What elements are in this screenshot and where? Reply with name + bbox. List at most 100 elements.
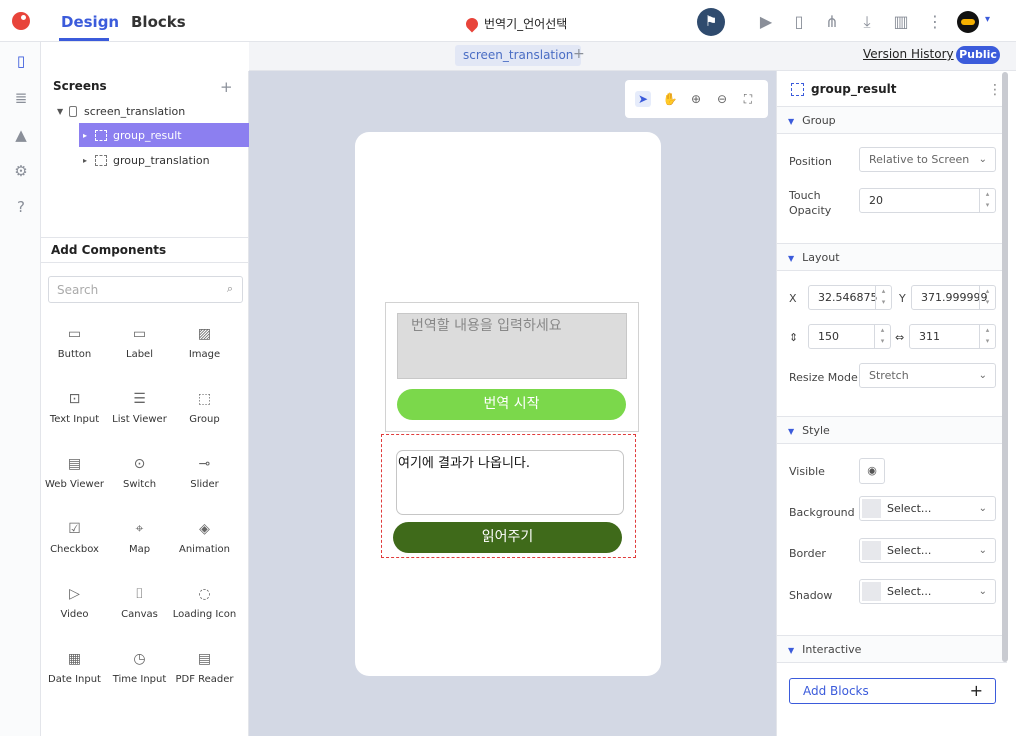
database-icon[interactable]: ≣	[12, 89, 30, 107]
result-label[interactable]: 여기에 결과가 나옵니다.	[396, 450, 624, 515]
component-loading-icon[interactable]: ◌ Loading Icon	[172, 583, 237, 620]
component-slider[interactable]: ⊸ Slider	[172, 453, 237, 490]
section-group[interactable]: ▼ Group	[777, 106, 1007, 134]
component-label[interactable]: ▭ Label	[107, 323, 172, 360]
tab-blocks[interactable]: Blocks	[131, 13, 186, 31]
component-image[interactable]: ▨ Image	[172, 323, 237, 360]
add-screen-tab-icon[interactable]: +	[573, 46, 585, 62]
animation-icon: ◈	[199, 521, 210, 537]
border-select[interactable]: Select... ⌄	[859, 538, 996, 563]
add-components-header: Add Components	[51, 243, 167, 257]
component-checkbox[interactable]: ☑ Checkbox	[42, 518, 107, 555]
touch-opacity-input[interactable]: 20 ▴ ▾	[859, 188, 996, 213]
component-list-viewer[interactable]: ☰ List Viewer	[107, 388, 172, 425]
eye-icon[interactable]: ◉	[859, 458, 885, 484]
stepper-icon[interactable]: ▴ ▾	[979, 325, 995, 348]
translation-input[interactable]: 번역할 내용을 입력하세요	[397, 313, 627, 379]
height-value: 311	[919, 330, 940, 343]
stepper-icon[interactable]: ▴ ▾	[874, 325, 890, 348]
more-vertical-icon[interactable]: ⋮	[988, 82, 1002, 98]
translate-start-button[interactable]: 번역 시작	[397, 389, 626, 420]
component-switch[interactable]: ⊙ Switch	[107, 453, 172, 490]
touch-opacity-label: Touch Opacity	[789, 189, 832, 217]
stepper-icon[interactable]: ▴ ▾	[979, 286, 995, 309]
slider-icon: ⊸	[198, 456, 211, 472]
properties-scrollbar[interactable]	[1002, 72, 1008, 662]
zoom-in-icon[interactable]: ⊕	[688, 91, 704, 107]
tree-item-label: screen_translation	[84, 104, 186, 118]
width-input[interactable]: 150 ▴ ▾	[808, 324, 891, 349]
shadow-select[interactable]: Select... ⌄	[859, 579, 996, 604]
public-button[interactable]: Public	[956, 46, 1000, 64]
component-label: Image	[188, 349, 221, 360]
section-layout[interactable]: ▼ Layout	[777, 243, 1007, 271]
tab-screen-translation[interactable]: screen_translation	[455, 45, 582, 66]
app-logo-icon[interactable]	[12, 12, 30, 30]
width-value: 150	[818, 330, 839, 343]
component-canvas[interactable]: ⌷ Canvas	[107, 583, 172, 620]
component-video[interactable]: ▷ Video	[42, 583, 107, 620]
resize-mode-select[interactable]: Stretch ⌄	[859, 363, 996, 388]
chevron-down-icon: ⌄	[978, 370, 987, 381]
avatar[interactable]	[957, 11, 979, 33]
signpost-icon[interactable]: ⚑	[697, 8, 725, 36]
version-history-link[interactable]: Version History	[863, 47, 954, 61]
x-input[interactable]: 32.546875 ▴ ▾	[808, 285, 892, 310]
section-style[interactable]: ▼ Style	[777, 416, 1007, 444]
component-text-input[interactable]: ⊡ Text Input	[42, 388, 107, 425]
read-aloud-button[interactable]: 읽어주기	[393, 522, 622, 553]
collapse-triangle-icon[interactable]: ▸	[83, 156, 95, 165]
add-blocks-button[interactable]: Add Blocks +	[789, 678, 996, 704]
device-preview-icon[interactable]: ▯	[789, 12, 809, 32]
stepper-icon[interactable]: ▴ ▾	[979, 189, 995, 212]
component-web-viewer[interactable]: ▤ Web Viewer	[42, 453, 107, 490]
screen-icon	[69, 105, 77, 117]
position-select[interactable]: Relative to Screen ⌄	[859, 147, 996, 172]
y-input[interactable]: 371.999999 ▴ ▾	[911, 285, 996, 310]
tree-item-group-translation[interactable]: ▸ group_translation	[83, 148, 243, 172]
help-icon[interactable]: ?	[12, 198, 30, 216]
component-button[interactable]: ▭ Button	[42, 323, 107, 360]
screens-header: Screens	[53, 79, 107, 93]
component-label: Group	[189, 414, 220, 425]
pointer-icon[interactable]: ➤	[635, 91, 651, 107]
checkbox-icon: ☑	[68, 521, 81, 537]
color-swatch	[862, 582, 881, 601]
fit-screen-icon[interactable]: ⛶	[740, 91, 756, 107]
component-search-input[interactable]: Search ⌕	[48, 276, 243, 303]
background-select[interactable]: Select... ⌄	[859, 496, 996, 521]
tree-item-screen-translation[interactable]: ▼ screen_translation	[57, 99, 247, 123]
settings-gear-icon[interactable]: ⚙	[12, 162, 30, 180]
hand-icon[interactable]: ✋	[662, 91, 678, 107]
search-icon[interactable]: ⌕	[227, 282, 233, 296]
collapse-triangle-icon[interactable]: ▸	[83, 131, 95, 140]
component-time-input[interactable]: ◷ Time Input	[107, 648, 172, 685]
canvas-icon: ⌷	[135, 586, 144, 602]
component-date-input[interactable]: ▦ Date Input	[42, 648, 107, 685]
expand-triangle-icon[interactable]: ▼	[57, 107, 69, 116]
tree-item-label: group_result	[113, 128, 182, 142]
component-label: Text Input	[49, 414, 100, 425]
tab-design[interactable]: Design	[61, 13, 119, 31]
more-vertical-icon[interactable]: ⋮	[925, 12, 945, 32]
section-interactive[interactable]: ▼ Interactive	[777, 635, 1007, 663]
component-group[interactable]: ⬚ Group	[172, 388, 237, 425]
tree-item-group-result[interactable]: ▸ group_result	[79, 123, 249, 147]
share-icon[interactable]: ⋔	[822, 12, 842, 32]
download-icon[interactable]: ⤓	[857, 12, 877, 32]
book-icon[interactable]: ▥	[891, 12, 911, 32]
component-pdf-reader[interactable]: ▤ PDF Reader	[172, 648, 237, 685]
tree-item-label: group_translation	[113, 153, 210, 167]
component-animation[interactable]: ◈ Animation	[172, 518, 237, 555]
screen-icon[interactable]: ▯	[12, 52, 30, 70]
play-icon[interactable]: ▶	[756, 12, 776, 32]
project-title[interactable]: 번역기_언어선택	[463, 15, 567, 32]
chevron-down-icon[interactable]: ▾	[985, 14, 990, 25]
component-map[interactable]: ⌖ Map	[107, 518, 172, 555]
image-assets-icon[interactable]: ▲	[12, 126, 30, 144]
add-screen-icon[interactable]: +	[220, 78, 233, 96]
zoom-out-icon[interactable]: ⊖	[714, 91, 730, 107]
height-input[interactable]: 311 ▴ ▾	[909, 324, 996, 349]
stepper-icon[interactable]: ▴ ▾	[875, 286, 891, 309]
active-tab-indicator	[59, 38, 109, 41]
